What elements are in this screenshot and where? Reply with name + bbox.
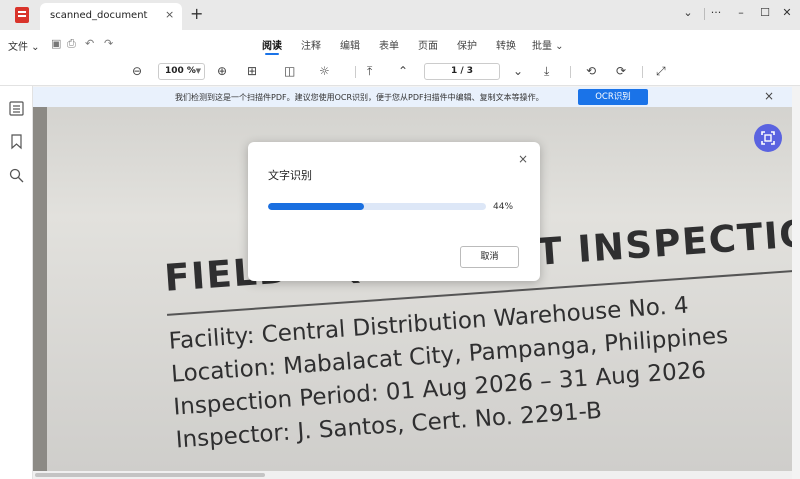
dialog-title: 文字识别 [268, 169, 312, 182]
zoom-out-icon[interactable]: ⊖ [132, 64, 142, 78]
page-edge-shadow [33, 107, 47, 471]
previous-page-icon[interactable]: ⌃ [398, 64, 408, 78]
chevron-down-icon[interactable]: ⌄ [680, 6, 696, 19]
maximize-button[interactable]: ☐ [757, 6, 773, 19]
more-icon[interactable]: ··· [708, 6, 724, 19]
progress-bar [268, 203, 486, 210]
close-icon[interactable]: × [518, 152, 528, 166]
active-tab-indicator [265, 53, 279, 55]
rotate-left-icon[interactable]: ⟲ [586, 64, 596, 78]
scan-text-icon [761, 131, 775, 145]
save-icon[interactable]: ▣ [51, 37, 61, 50]
title-bar: scanned_document × + ⌄ ··· – ☐ ✕ [0, 0, 800, 30]
close-window-button[interactable]: ✕ [779, 6, 795, 19]
first-page-icon[interactable]: ⤒ [367, 64, 372, 79]
redo-icon[interactable]: ↷ [104, 37, 113, 50]
scrollbar-thumb[interactable] [35, 473, 265, 477]
last-page-icon[interactable]: ⤓ [544, 64, 549, 79]
tab-form[interactable]: 表单 [379, 37, 399, 52]
print-icon[interactable]: ⎙ [67, 37, 76, 51]
new-tab-button[interactable]: + [190, 4, 203, 23]
file-menu-label: 文件 [8, 42, 28, 53]
page-layout-icon[interactable]: ◫ [284, 64, 295, 78]
zoom-select[interactable]: 100 % ▼ [158, 63, 205, 80]
toolbar-separator [570, 66, 571, 78]
fit-page-icon[interactable]: ⊞ [247, 64, 257, 78]
window-separator [704, 8, 705, 20]
close-notice-icon[interactable]: × [764, 89, 774, 103]
progress-fill [268, 203, 364, 210]
horizontal-scrollbar[interactable] [33, 471, 792, 479]
app-logo-icon [15, 7, 29, 23]
document-tab[interactable]: scanned_document × [40, 3, 182, 30]
toolbar-separator [642, 66, 643, 78]
thumbnails-icon[interactable] [8, 100, 25, 117]
tab-batch-label: 批量 [532, 41, 552, 52]
toolbar-separator [355, 66, 356, 78]
brightness-icon[interactable]: ☼ [319, 64, 330, 78]
tab-page[interactable]: 页面 [418, 37, 438, 52]
search-icon[interactable] [8, 167, 25, 184]
tab-read[interactable]: 阅读 [262, 37, 282, 52]
cancel-button[interactable]: 取消 [460, 246, 519, 268]
progress-percent: 44% [493, 202, 514, 212]
next-page-icon[interactable]: ⌄ [513, 64, 523, 78]
toolbar: ⊖ 100 % ▼ ⊕ ⊞ ◫ ☼ ⤒ ⌃ 1 / 3 ⌄ ⤓ ⟲ ⟳ ⤢ [0, 58, 800, 86]
chevron-down-icon: ▼ [195, 67, 201, 75]
file-menu[interactable]: 文件 ⌄ [8, 38, 40, 53]
ocr-button[interactable]: OCR识别 [578, 89, 648, 105]
ocr-notice-bar: 我们检测到这是一个扫描件PDF。建议您使用OCR识别，便于您从PDF扫描件中编辑… [33, 87, 792, 107]
tab-convert[interactable]: 转换 [496, 37, 516, 52]
tab-label: scanned_document [50, 10, 148, 21]
left-sidebar [0, 86, 33, 479]
undo-icon[interactable]: ↶ [85, 37, 94, 50]
fullscreen-icon[interactable]: ⤢ [656, 64, 666, 79]
zoom-in-icon[interactable]: ⊕ [217, 64, 227, 78]
rotate-right-icon[interactable]: ⟳ [616, 64, 626, 78]
tab-annotate[interactable]: 注释 [301, 37, 321, 52]
tab-edit[interactable]: 编辑 [340, 37, 360, 52]
zoom-value: 100 % [165, 66, 196, 76]
tab-protect[interactable]: 保护 [457, 37, 477, 52]
menu-bar: 文件 ⌄ ▣ ⎙ ↶ ↷ 阅读 注释 编辑 表单 页面 保护 转换 批量 ⌄ [0, 30, 800, 58]
vertical-scrollbar[interactable] [792, 87, 800, 479]
page-number-input[interactable]: 1 / 3 [424, 63, 500, 80]
bookmark-icon[interactable] [8, 133, 25, 150]
tab-batch[interactable]: 批量 ⌄ [532, 37, 564, 52]
notice-text: 我们检测到这是一个扫描件PDF。建议您使用OCR识别，便于您从PDF扫描件中编辑… [175, 93, 544, 102]
tab-close-icon[interactable]: × [165, 8, 174, 21]
minimize-button[interactable]: – [733, 6, 749, 19]
floating-ocr-button[interactable] [754, 124, 782, 152]
ocr-progress-dialog: 文字识别 × 44% 取消 [248, 142, 540, 281]
